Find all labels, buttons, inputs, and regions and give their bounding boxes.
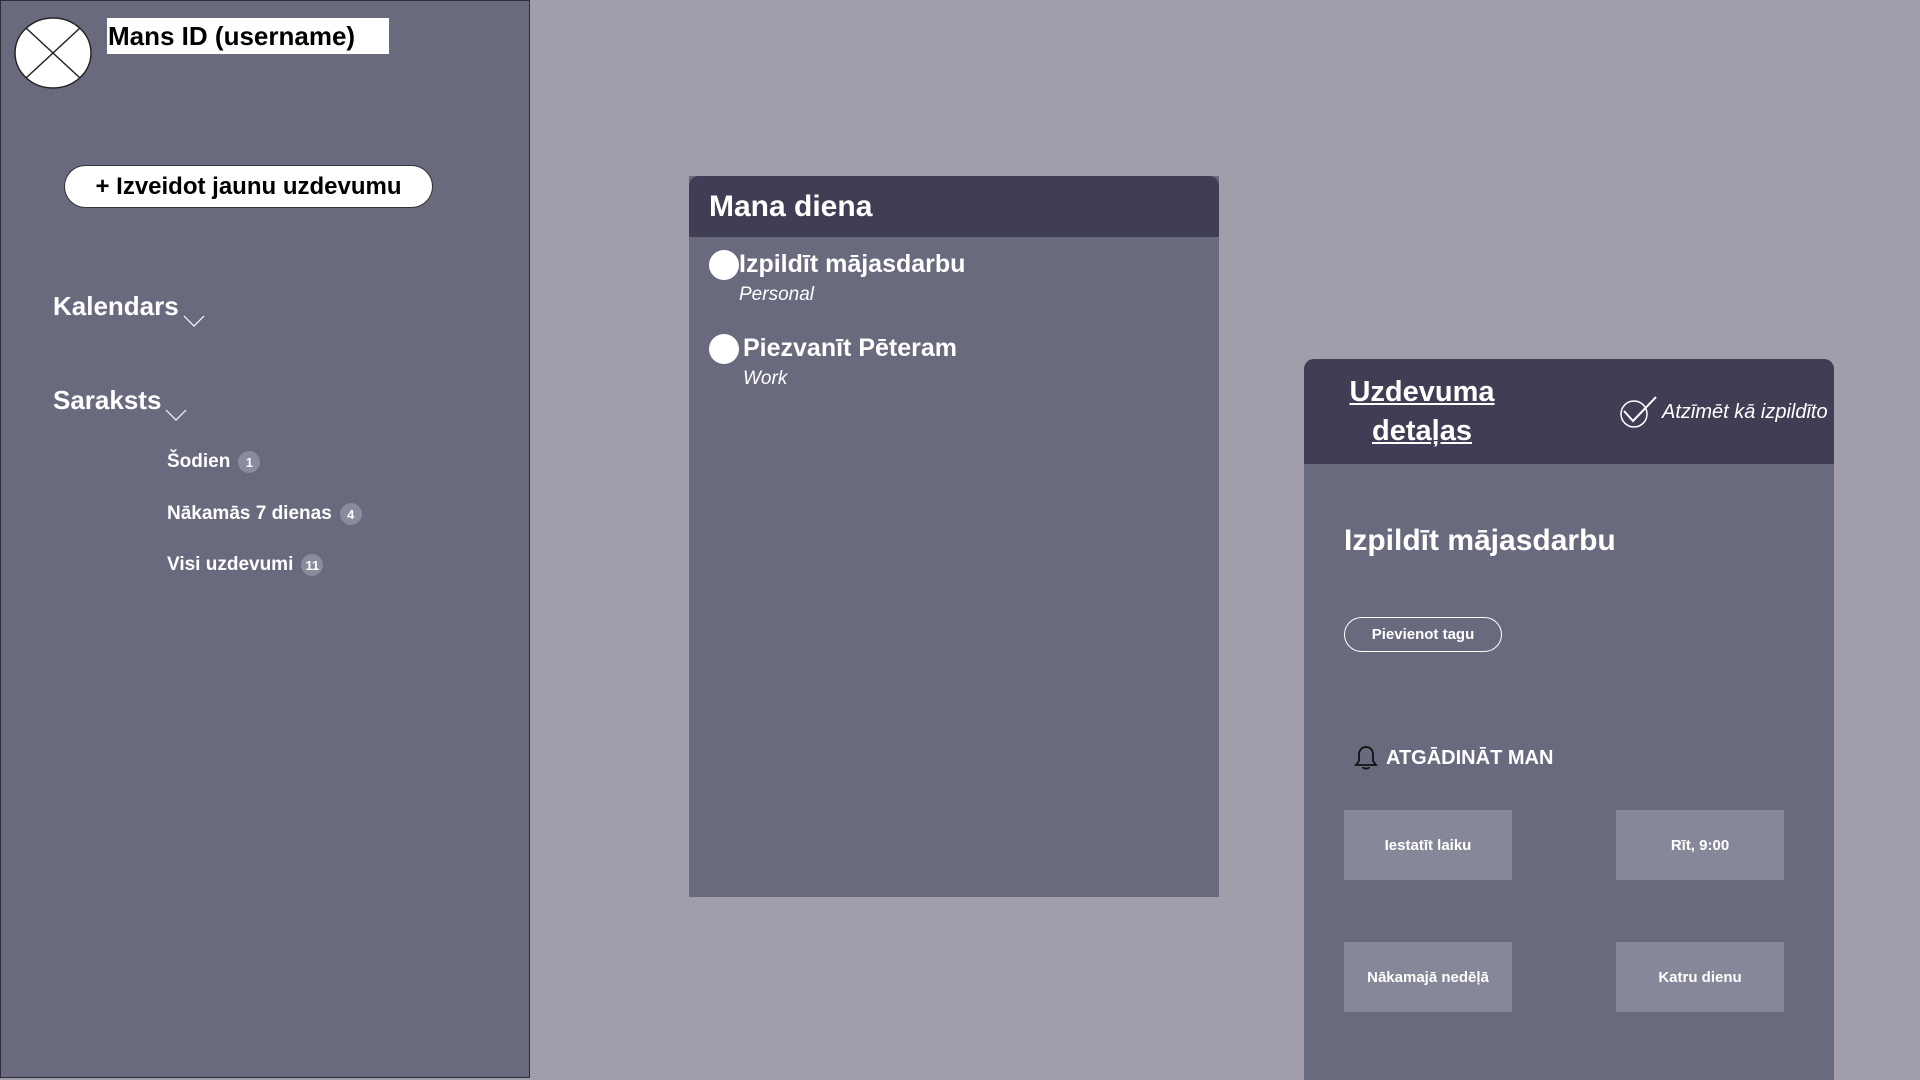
mark-done-label: Atzīmēt kā izpildīto (1662, 400, 1828, 423)
task-title: Piezvanīt Pēteram (743, 334, 957, 362)
every-day-button[interactable]: Katru dienu (1616, 942, 1784, 1012)
task-details-panel: Uzdevuma detaļas Atzīmēt kā izpildīto Iz… (1304, 359, 1834, 1080)
task-checkbox[interactable] (709, 250, 739, 280)
sidebar-item-label: Nākamās 7 dienas (167, 503, 332, 524)
username-field[interactable]: Mans ID (username) (107, 18, 389, 54)
my-day-title: Mana diena (689, 176, 1219, 237)
details-title-line2: detaļas (1372, 415, 1472, 447)
sidebar-item-label: Šodien (167, 451, 231, 472)
my-day-panel: Mana diena Izpildīt mājasdarbu Personal … (689, 176, 1219, 897)
chevron-down-icon (183, 315, 205, 327)
sidebar-item-today[interactable]: Šodien 1 (167, 451, 261, 473)
tomorrow-9am-button[interactable]: Rīt, 9:00 (1616, 810, 1784, 880)
calendar-section[interactable]: Kalendars (53, 291, 205, 327)
next-week-button[interactable]: Nākamajā nedēļā (1344, 942, 1512, 1012)
set-time-button[interactable]: Iestatīt laiku (1344, 810, 1512, 880)
task-title: Izpildīt mājasdarbu (739, 250, 966, 278)
bell-icon (1354, 746, 1378, 770)
details-title[interactable]: Uzdevuma detaļas (1342, 373, 1502, 451)
sidebar: Mans ID (username) + Izveidot jaunu uzde… (0, 0, 530, 1078)
sidebar-item-label: Visi uzdevumi (167, 554, 294, 575)
calendar-label: Kalendars (53, 291, 179, 321)
remind-me-label: ATGĀDINĀT MAN (1386, 746, 1554, 769)
sidebar-item-next-7-days[interactable]: Nākamās 7 dienas 4 (167, 503, 362, 525)
remind-me-heading: ATGĀDINĀT MAN (1354, 745, 1553, 771)
list-section[interactable]: Saraksts (53, 385, 187, 421)
sidebar-item-all-tasks[interactable]: Visi uzdevumi 11 (167, 554, 324, 576)
count-badge: 11 (301, 554, 324, 576)
count-badge: 1 (238, 451, 261, 473)
add-tag-button[interactable]: Pievienot tagu (1344, 617, 1502, 652)
avatar-placeholder-icon[interactable] (14, 17, 92, 89)
new-task-button[interactable]: + Izveidot jaunu uzdevumu (64, 165, 433, 208)
checkmark-icon (1620, 396, 1657, 428)
chevron-down-icon (165, 409, 187, 421)
list-label: Saraksts (53, 385, 162, 415)
task-name[interactable]: Izpildīt mājasdarbu (1344, 524, 1616, 558)
task-category: Work (743, 368, 788, 389)
mark-done-button[interactable]: Atzīmēt kā izpildīto (1618, 395, 1828, 429)
details-header: Uzdevuma detaļas Atzīmēt kā izpildīto (1304, 359, 1834, 464)
count-badge: 4 (339, 503, 362, 525)
task-category: Personal (739, 284, 814, 305)
task-checkbox[interactable] (709, 334, 739, 364)
details-title-line1: Uzdevuma (1349, 376, 1495, 408)
